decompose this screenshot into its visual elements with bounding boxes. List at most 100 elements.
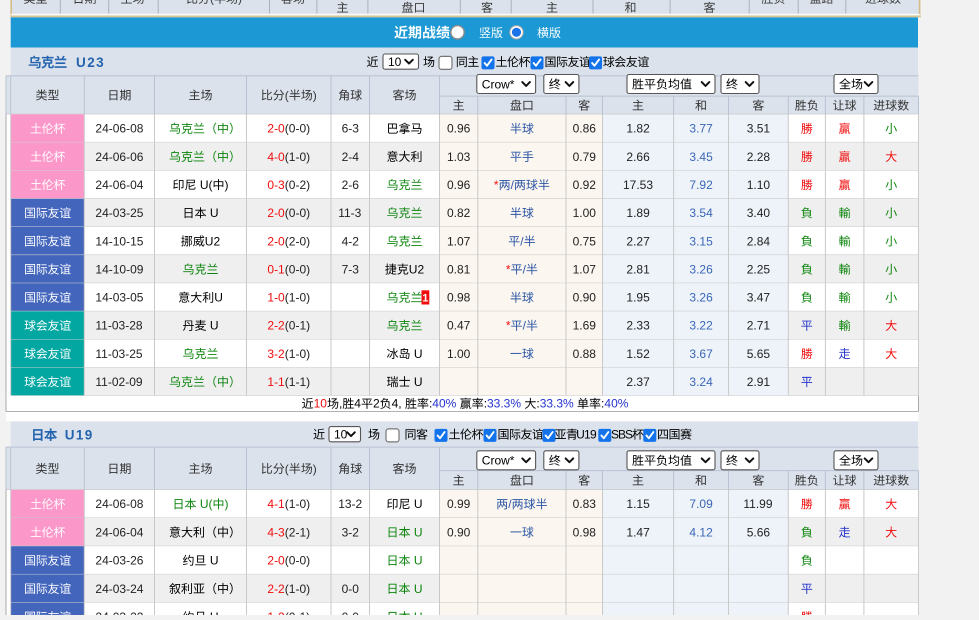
svg-text:3.47: 3.47 bbox=[747, 291, 771, 305]
svg-text:0.75: 0.75 bbox=[573, 234, 597, 248]
svg-text:(1-0): (1-0) bbox=[285, 347, 310, 361]
svg-text:4-2: 4-2 bbox=[342, 234, 360, 248]
svg-text:2-0: 2-0 bbox=[267, 234, 285, 248]
svg-text:1-1: 1-1 bbox=[267, 375, 285, 389]
svg-text:4,: 4, bbox=[392, 397, 405, 411]
svg-text:4.12: 4.12 bbox=[689, 525, 713, 539]
svg-text:3.22: 3.22 bbox=[689, 319, 713, 333]
svg-text:24-06-04: 24-06-04 bbox=[95, 525, 143, 539]
svg-text:Crow*: Crow* bbox=[482, 454, 515, 468]
svg-text:U: U bbox=[207, 610, 219, 615]
svg-text:2-0: 2-0 bbox=[267, 206, 285, 220]
svg-text:U: U bbox=[411, 347, 423, 361]
svg-text:U: U bbox=[207, 319, 219, 333]
svg-text:3.26: 3.26 bbox=[689, 291, 713, 305]
svg-text:U: U bbox=[214, 291, 223, 305]
svg-text:): ) bbox=[313, 462, 317, 476]
svg-text:4-3: 4-3 bbox=[267, 525, 285, 539]
svg-text:17.53: 17.53 bbox=[623, 178, 653, 192]
svg-text:0.83: 0.83 bbox=[573, 497, 597, 511]
svg-text:1-0: 1-0 bbox=[267, 291, 285, 305]
svg-text:1.00: 1.00 bbox=[573, 206, 597, 220]
svg-text:1.52: 1.52 bbox=[626, 347, 650, 361]
svg-text:0-1: 0-1 bbox=[267, 262, 285, 276]
svg-text:1.47: 1.47 bbox=[626, 525, 650, 539]
svg-text:*: * bbox=[494, 178, 499, 192]
svg-text:2.66: 2.66 bbox=[626, 150, 650, 164]
svg-text:): ) bbox=[238, 0, 242, 6]
svg-text:(0-0): (0-0) bbox=[285, 122, 310, 136]
svg-text:(0-1): (0-1) bbox=[285, 319, 310, 333]
svg-text:13-2: 13-2 bbox=[338, 497, 362, 511]
svg-text:(1-0): (1-0) bbox=[285, 497, 310, 511]
svg-text:(1-0): (1-0) bbox=[285, 582, 310, 596]
svg-text:U2: U2 bbox=[409, 262, 425, 276]
svg-text:(: ( bbox=[285, 462, 289, 476]
svg-text:0.98: 0.98 bbox=[573, 525, 597, 539]
svg-text:4-1: 4-1 bbox=[267, 497, 285, 511]
svg-text:1-2: 1-2 bbox=[267, 610, 285, 615]
svg-text:2.81: 2.81 bbox=[626, 262, 650, 276]
svg-text:2-4: 2-4 bbox=[342, 150, 360, 164]
svg-text:2.37: 2.37 bbox=[626, 375, 650, 389]
svg-text:(2-0): (2-0) bbox=[285, 234, 310, 248]
svg-text:24-03-26: 24-03-26 bbox=[95, 554, 143, 568]
svg-text:(0-0): (0-0) bbox=[285, 206, 310, 220]
svg-text:1.07: 1.07 bbox=[573, 262, 597, 276]
svg-text:33.3%: 33.3% bbox=[487, 397, 521, 411]
svg-text:10: 10 bbox=[388, 55, 402, 69]
svg-text:3.40: 3.40 bbox=[747, 206, 771, 220]
svg-text:U: U bbox=[207, 206, 219, 220]
svg-text:3-2: 3-2 bbox=[267, 347, 285, 361]
svg-text:7.92: 7.92 bbox=[689, 178, 713, 192]
svg-text:0.98: 0.98 bbox=[447, 291, 471, 305]
svg-text:1.95: 1.95 bbox=[626, 291, 650, 305]
svg-text:2.27: 2.27 bbox=[626, 234, 650, 248]
svg-text:1.07: 1.07 bbox=[447, 234, 471, 248]
svg-text:0-0: 0-0 bbox=[342, 610, 360, 615]
svg-text:0.96: 0.96 bbox=[447, 178, 471, 192]
svg-text:14-03-05: 14-03-05 bbox=[95, 291, 143, 305]
svg-text:14-10-09: 14-10-09 bbox=[95, 262, 143, 276]
svg-text:2: 2 bbox=[373, 397, 380, 411]
svg-text:14-10-15: 14-10-15 bbox=[95, 234, 143, 248]
svg-text:U: U bbox=[411, 582, 423, 596]
svg-text:24-06-08: 24-06-08 bbox=[95, 122, 143, 136]
svg-text:U: U bbox=[207, 554, 219, 568]
svg-text:2.33: 2.33 bbox=[626, 319, 650, 333]
svg-text:(1-1): (1-1) bbox=[285, 375, 310, 389]
svg-text:11-02-09: 11-02-09 bbox=[95, 375, 142, 389]
svg-text:U19: U19 bbox=[576, 428, 597, 442]
svg-text:24-06-06: 24-06-06 bbox=[95, 150, 143, 164]
svg-text:2.25: 2.25 bbox=[747, 262, 771, 276]
svg-text:U(: U( bbox=[197, 497, 213, 511]
svg-text:3.15: 3.15 bbox=[689, 234, 713, 248]
svg-text:5.66: 5.66 bbox=[747, 525, 771, 539]
svg-text:24-03-22: 24-03-22 bbox=[95, 610, 143, 615]
svg-text:(0-0): (0-0) bbox=[285, 262, 310, 276]
svg-text:0.47: 0.47 bbox=[447, 319, 471, 333]
svg-text:33.3%: 33.3% bbox=[540, 397, 574, 411]
svg-text:U: U bbox=[411, 497, 423, 511]
svg-text:(1-0): (1-0) bbox=[285, 150, 310, 164]
svg-text:1.00: 1.00 bbox=[447, 347, 471, 361]
svg-text:0.90: 0.90 bbox=[447, 525, 471, 539]
svg-text:1.10: 1.10 bbox=[747, 178, 771, 192]
svg-text:U23: U23 bbox=[71, 55, 105, 70]
svg-text:2-6: 2-6 bbox=[342, 178, 360, 192]
svg-text:24-06-04: 24-06-04 bbox=[95, 178, 143, 192]
svg-text:2-2: 2-2 bbox=[267, 582, 285, 596]
svg-text:): ) bbox=[225, 497, 229, 511]
svg-text:1: 1 bbox=[422, 293, 428, 305]
svg-text:U(: U( bbox=[197, 178, 213, 192]
svg-text:2.91: 2.91 bbox=[747, 375, 771, 389]
svg-text:6-3: 6-3 bbox=[342, 122, 360, 136]
svg-text:24-06-08: 24-06-08 bbox=[95, 497, 143, 511]
svg-text:3.77: 3.77 bbox=[689, 122, 713, 136]
svg-text:0.92: 0.92 bbox=[573, 178, 597, 192]
svg-text:,: , bbox=[339, 397, 342, 411]
svg-text:0.99: 0.99 bbox=[447, 497, 471, 511]
svg-text:(0-1): (0-1) bbox=[285, 610, 310, 615]
svg-text:0.82: 0.82 bbox=[447, 206, 471, 220]
svg-text:3.24: 3.24 bbox=[689, 375, 713, 389]
